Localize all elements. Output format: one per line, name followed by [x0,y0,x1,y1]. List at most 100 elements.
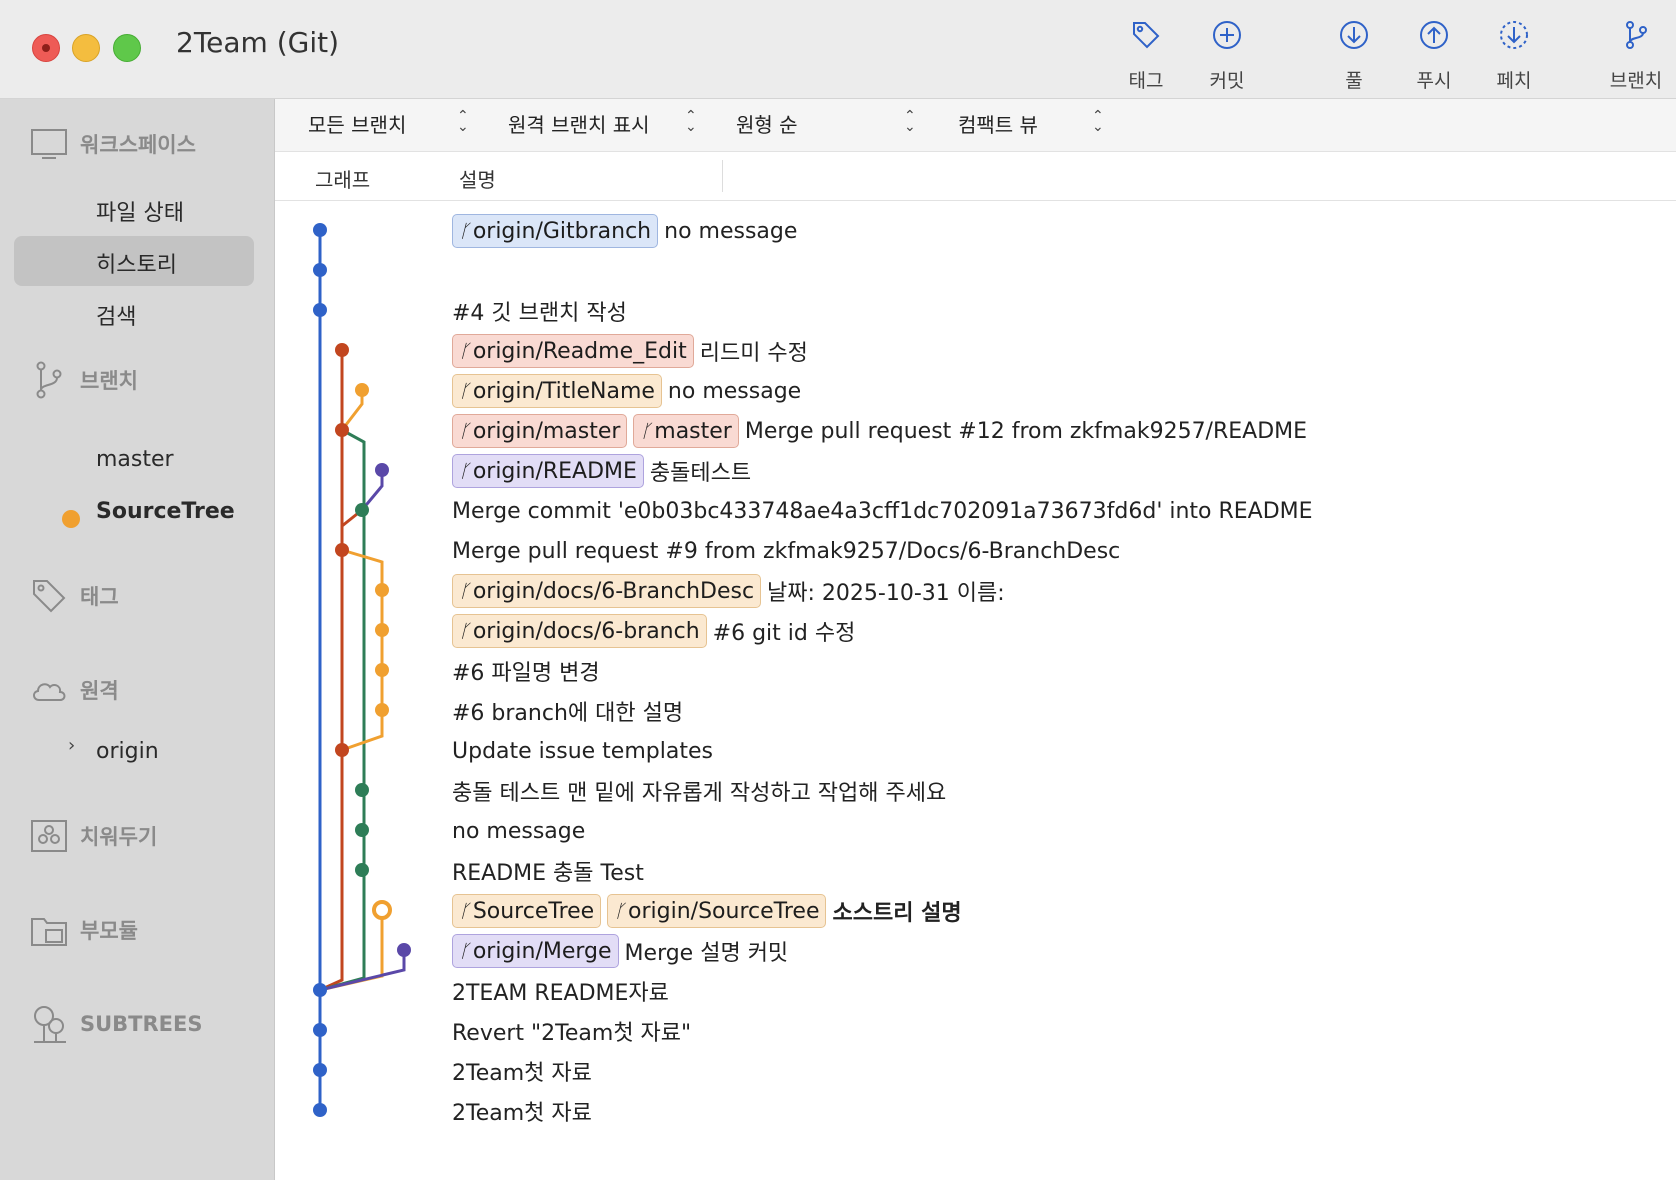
commit-node[interactable] [375,463,389,477]
commit-node[interactable] [313,263,327,277]
commit-row[interactable]: 2Team첫 자료 [452,1094,592,1128]
commit-row[interactable]: no message [452,814,585,848]
commit-row[interactable]: #4 깃 브랜치 작성 [452,294,627,328]
graph-column-header[interactable]: 그래프 [315,164,370,193]
branch-ref-label[interactable]: ᚴ origin/docs/6-branch [452,614,707,648]
branch-ref-label[interactable]: ᚴ origin/SourceTree [607,894,827,928]
sidebar-item-file-status[interactable]: 파일 상태 [96,195,184,227]
branch-ref-name: origin/Merge [472,938,612,964]
sidebar-item-search[interactable]: 검색 [96,299,136,331]
commit-node[interactable] [375,623,389,637]
updown-chevron-icon[interactable]: ⌃ ⌄ [685,109,697,134]
sidebar-section-submodules[interactable]: 부모듈 [30,911,138,949]
chevron-right-icon[interactable]: › [68,735,75,756]
branch-ref-label[interactable]: ᚴ origin/docs/6-BranchDesc [452,574,762,608]
commit-row[interactable]: 2TEAM README자료 [452,974,669,1008]
commit-row[interactable]: ᚴ origin/TitleName no message [452,374,801,408]
branch-ref-name: origin/SourceTree [628,898,820,924]
commit-button[interactable]: 커밋 [1187,18,1267,93]
minimize-window-button[interactable] [72,34,100,62]
commit-node[interactable] [335,343,349,357]
commit-row[interactable]: Update issue templates [452,734,713,768]
remote-filter-select[interactable]: 원격 브랜치 표시 [508,109,650,138]
commit-node[interactable] [335,543,349,557]
commit-node[interactable] [355,823,369,837]
sidebar-section-submodules-label: 부모듈 [80,919,138,943]
sidebar-branch-sourcetree[interactable]: SourceTree [96,499,235,524]
updown-chevron-icon[interactable]: ⌃ ⌄ [1092,109,1104,134]
commit-node[interactable] [355,783,369,797]
pull-button[interactable]: 풀 [1314,18,1394,93]
commit-row[interactable]: Revert "2Team첫 자료" [452,1014,691,1048]
sidebar-section-tags[interactable]: 태그 [30,577,119,615]
commit-node[interactable] [313,303,327,317]
order-filter-select[interactable]: 원형 순 [736,109,798,138]
commit-row[interactable]: Merge pull request #9 from zkfmak9257/Do… [452,534,1120,568]
commit-message: 충돌테스트 [649,461,752,486]
branch-filter-select[interactable]: 모든 브랜치 [308,109,406,138]
branch-icon [1626,21,1647,49]
commit-node[interactable] [335,423,349,437]
commit-node[interactable] [313,1063,327,1077]
view-filter-select[interactable]: 컴팩트 뷰 [958,109,1038,138]
commit-node[interactable] [313,983,327,997]
commit-row[interactable]: ᚴ origin/docs/6-BranchDesc 날짜: 2025-10-31 … [452,574,1005,608]
commit-node[interactable] [355,383,369,397]
sidebar-section-stashes[interactable]: 치워두기 [30,817,157,855]
description-column-header[interactable]: 설명 [459,164,496,193]
commit-node[interactable] [313,1103,327,1117]
column-header: 그래프 설명 [275,152,1676,201]
commit-node[interactable] [313,223,327,237]
commit-message: 소스트리 설명 [832,901,962,926]
commit-node[interactable] [313,1023,327,1037]
close-window-button[interactable] [32,34,60,62]
branch-ref-label[interactable]: ᚴ origin/TitleName [452,374,662,408]
tag-icon [1133,22,1160,49]
branch-ref-label[interactable]: ᚴ origin/Readme_Edit [452,334,694,368]
branch-ref-label[interactable]: ᚴ master [633,414,739,448]
commit-row[interactable]: #6 branch에 대한 설명 [452,694,683,728]
commit-row[interactable]: ᚴ origin/Gitbranch no message [452,214,797,248]
commit-row[interactable]: ᚴ origin/docs/6-branch #6 git id 수정 [452,614,855,648]
commit-node[interactable] [355,503,369,517]
sidebar-item-history[interactable]: 히스토리 [96,247,177,279]
sidebar-section-subtrees[interactable]: SUBTREES [30,1005,203,1043]
sidebar-section-branches[interactable]: 브랜치 [30,361,138,399]
updown-chevron-icon[interactable]: ⌃ ⌄ [457,109,469,134]
sidebar-branch-master[interactable]: master [96,447,174,472]
commit-node[interactable] [397,943,411,957]
branch-ref-label[interactable]: ᚴ origin/master [452,414,628,448]
sidebar-section-workspace[interactable]: 워크스페이스 [30,125,196,163]
commit-node[interactable] [375,703,389,717]
sidebar-remote-origin[interactable]: origin [96,739,159,764]
branch-icon: ᚴ [459,580,470,602]
commit-row[interactable]: ᚴ origin/Readme_Edit 리드미 수정 [452,334,808,368]
commit-row[interactable]: ᚴ origin/master ᚴ master Merge pull request … [452,414,1307,448]
branch-ref-label[interactable]: ᚴ SourceTree [452,894,602,928]
tag-button[interactable]: 태그 [1106,18,1186,93]
commit-row[interactable]: ᚴ origin/README 충돌테스트 [452,454,751,488]
commit-row[interactable]: #6 파일명 변경 [452,654,600,688]
commit-node[interactable] [375,583,389,597]
zoom-window-button[interactable] [113,34,141,62]
fetch-button[interactable]: 페치 [1474,18,1554,93]
commit-row[interactable]: 충돌 테스트 맨 밑에 자유롭게 작성하고 작업해 주세요 [452,774,946,808]
commit-node[interactable] [372,900,392,920]
commit-node[interactable] [355,863,369,877]
commit-row[interactable]: ᚴ SourceTree ᚴ origin/SourceTree 소스트리 설명 [452,894,962,928]
push-button[interactable]: 푸시 [1394,18,1474,93]
commit-row[interactable]: README 충돌 Test [452,854,644,888]
branch-ref-label[interactable]: ᚴ origin/Merge [452,934,619,968]
sidebar-section-remotes[interactable]: 원격 [30,671,119,709]
branch-button[interactable]: 브랜치 [1596,18,1676,93]
commit-row[interactable]: ᚴ origin/Merge Merge 설명 커밋 [452,934,788,968]
commit-row[interactable]: Merge commit 'e0b03bc433748ae4a3cff1dc70… [452,494,1313,528]
commit-node[interactable] [335,743,349,757]
branch-ref-label[interactable]: ᚴ origin/README [452,454,644,488]
commit-row[interactable]: 2Team첫 자료 [452,1054,592,1088]
branch-ref-label[interactable]: ᚴ origin/Gitbranch [452,214,659,248]
column-divider[interactable] [722,160,723,192]
commit-node[interactable] [375,663,389,677]
updown-chevron-icon[interactable]: ⌃ ⌄ [904,109,916,134]
commit-message: 리드미 수정 [699,341,808,366]
